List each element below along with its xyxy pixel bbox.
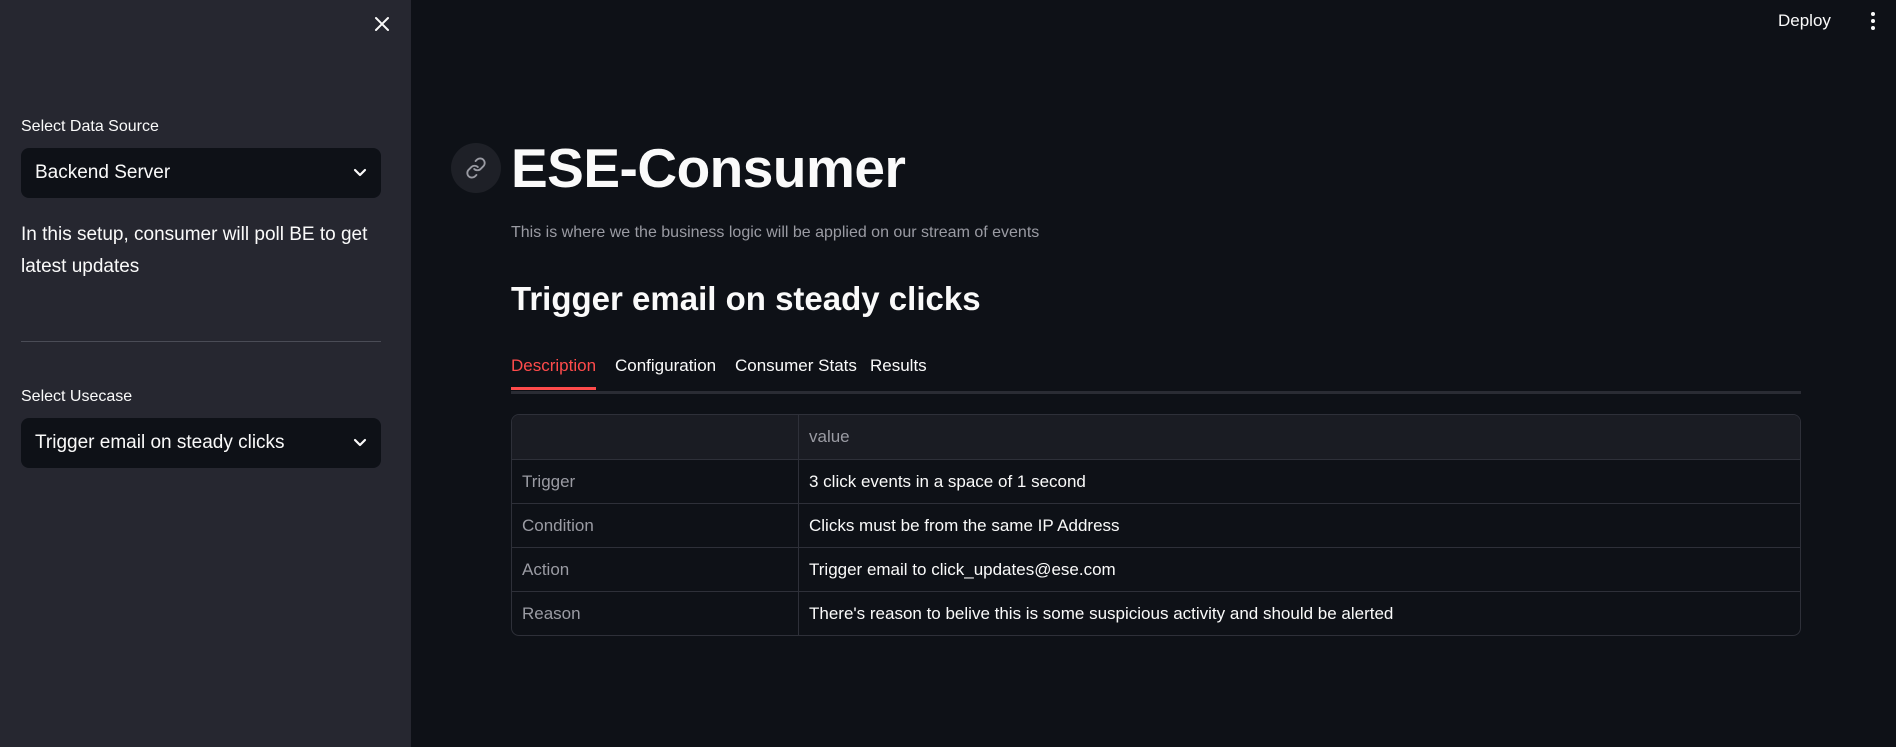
row-value: There's reason to belive this is some su… bbox=[809, 603, 1394, 623]
usecase-label: Select Usecase bbox=[21, 388, 133, 405]
row-key: Trigger bbox=[512, 460, 799, 503]
table-header-row: value bbox=[512, 415, 1800, 459]
page-title: ESE-Consumer bbox=[511, 137, 906, 199]
tab-description[interactable]: Description bbox=[511, 356, 597, 390]
chevron-down-icon bbox=[353, 168, 367, 178]
section-title: Trigger email on steady clicks bbox=[511, 280, 981, 317]
row-value: Trigger email to click_updates@ese.com bbox=[809, 559, 1116, 579]
table-row: Condition Clicks must be from the same I… bbox=[512, 503, 1800, 547]
usecase-select[interactable]: Trigger email on steady clicks bbox=[21, 418, 381, 468]
page-caption: This is where we the business logic will… bbox=[511, 224, 1040, 241]
tab-bar: Description Configuration Consumer Stats… bbox=[511, 350, 1801, 394]
app-root: Select Data Source Backend Server In thi… bbox=[0, 0, 1896, 747]
row-value: 3 click events in a space of 1 second bbox=[809, 471, 1086, 491]
description-table: value Trigger 3 click events in a space … bbox=[511, 414, 1801, 636]
title-anchor-link[interactable] bbox=[451, 143, 501, 193]
tab-consumer-stats[interactable]: Consumer Stats bbox=[735, 356, 857, 387]
close-icon bbox=[375, 17, 389, 31]
row-key: Reason bbox=[512, 592, 799, 635]
table-header-index bbox=[512, 415, 799, 459]
tab-configuration[interactable]: Configuration bbox=[615, 356, 716, 387]
kebab-menu-icon[interactable] bbox=[1864, 8, 1882, 34]
data-source-label: Select Data Source bbox=[21, 118, 159, 135]
link-icon bbox=[466, 157, 486, 179]
sidebar-divider bbox=[21, 341, 381, 342]
deploy-button[interactable]: Deploy bbox=[1778, 8, 1831, 34]
close-sidebar-button[interactable] bbox=[368, 10, 396, 38]
table-header-value: value bbox=[809, 427, 850, 446]
usecase-value: Trigger email on steady clicks bbox=[35, 432, 285, 453]
row-key: Action bbox=[512, 548, 799, 591]
row-key: Condition bbox=[512, 504, 799, 547]
data-source-info: In this setup, consumer will poll BE to … bbox=[21, 224, 368, 277]
table-row: Action Trigger email to click_updates@es… bbox=[512, 547, 1800, 591]
row-value: Clicks must be from the same IP Address bbox=[809, 515, 1120, 535]
data-source-select[interactable]: Backend Server bbox=[21, 148, 381, 198]
sidebar: Select Data Source Backend Server In thi… bbox=[0, 0, 411, 747]
tab-results[interactable]: Results bbox=[870, 356, 927, 387]
table-row: Reason There's reason to belive this is … bbox=[512, 591, 1800, 635]
chevron-down-icon bbox=[353, 438, 367, 448]
table-row: Trigger 3 click events in a space of 1 s… bbox=[512, 459, 1800, 503]
data-source-value: Backend Server bbox=[35, 162, 171, 183]
